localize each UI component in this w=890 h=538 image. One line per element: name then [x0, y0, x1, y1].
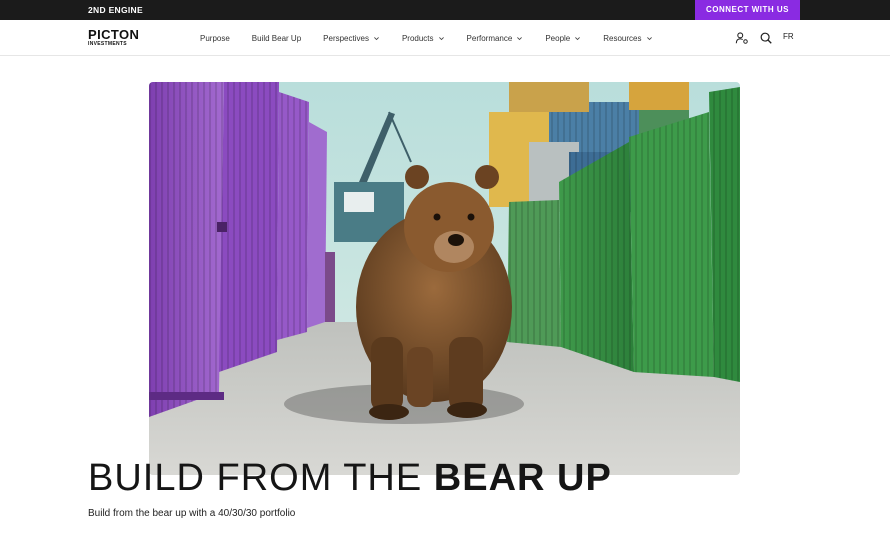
nav-item-label: Resources — [603, 33, 642, 43]
chevron-down-icon — [374, 36, 379, 40]
nav-item-label: Perspectives — [323, 33, 369, 43]
logo-name: PICTON — [88, 27, 140, 42]
nav-item-build-bear-up[interactable]: Build Bear Up — [252, 34, 301, 43]
headline-part-bold: BEAR UP — [433, 457, 612, 499]
nav-item-products[interactable]: Products — [402, 34, 445, 43]
top-bar: 2ND ENGINE CONNECT WITH US — [0, 0, 890, 20]
connect-with-us-button[interactable]: CONNECT WITH US — [695, 0, 800, 20]
nav-menu: Purpose Build Bear Up Perspectives Produ… — [200, 20, 675, 56]
chevron-down-icon — [646, 36, 652, 40]
search-icon[interactable] — [759, 31, 773, 45]
hero-headline: BUILD FROM THE BEAR UP — [88, 458, 612, 498]
nav-item-resources[interactable]: Resources — [603, 34, 652, 43]
nav-item-perspectives[interactable]: Perspectives — [323, 34, 380, 43]
nav-item-label: Build Bear Up — [251, 33, 302, 43]
hero-image — [149, 82, 740, 475]
nav-item-performance[interactable]: Performance — [467, 34, 524, 43]
chevron-down-icon — [517, 36, 523, 40]
nav-item-label: Purpose — [200, 33, 230, 43]
hero-subline: Build from the bear up with a 40/30/30 p… — [88, 508, 296, 519]
headline-part-regular: BUILD FROM THE — [88, 457, 434, 499]
nav-item-people[interactable]: People — [545, 34, 581, 43]
chevron-down-icon — [438, 36, 444, 40]
chevron-down-icon — [575, 36, 581, 40]
nav-item-label: Products — [401, 33, 434, 43]
picton-logo[interactable]: PICTON INVESTMENTS — [88, 28, 139, 47]
nav-item-purpose[interactable]: Purpose — [200, 34, 230, 43]
user-settings-icon[interactable] — [735, 31, 749, 45]
nav-item-label: People — [545, 33, 571, 43]
language-toggle[interactable]: FR — [783, 32, 794, 41]
second-engine-link[interactable]: 2ND ENGINE — [88, 0, 143, 20]
nav-item-label: Performance — [466, 33, 513, 43]
main-navigation: PICTON INVESTMENTS Purpose Build Bear Up… — [0, 20, 890, 56]
